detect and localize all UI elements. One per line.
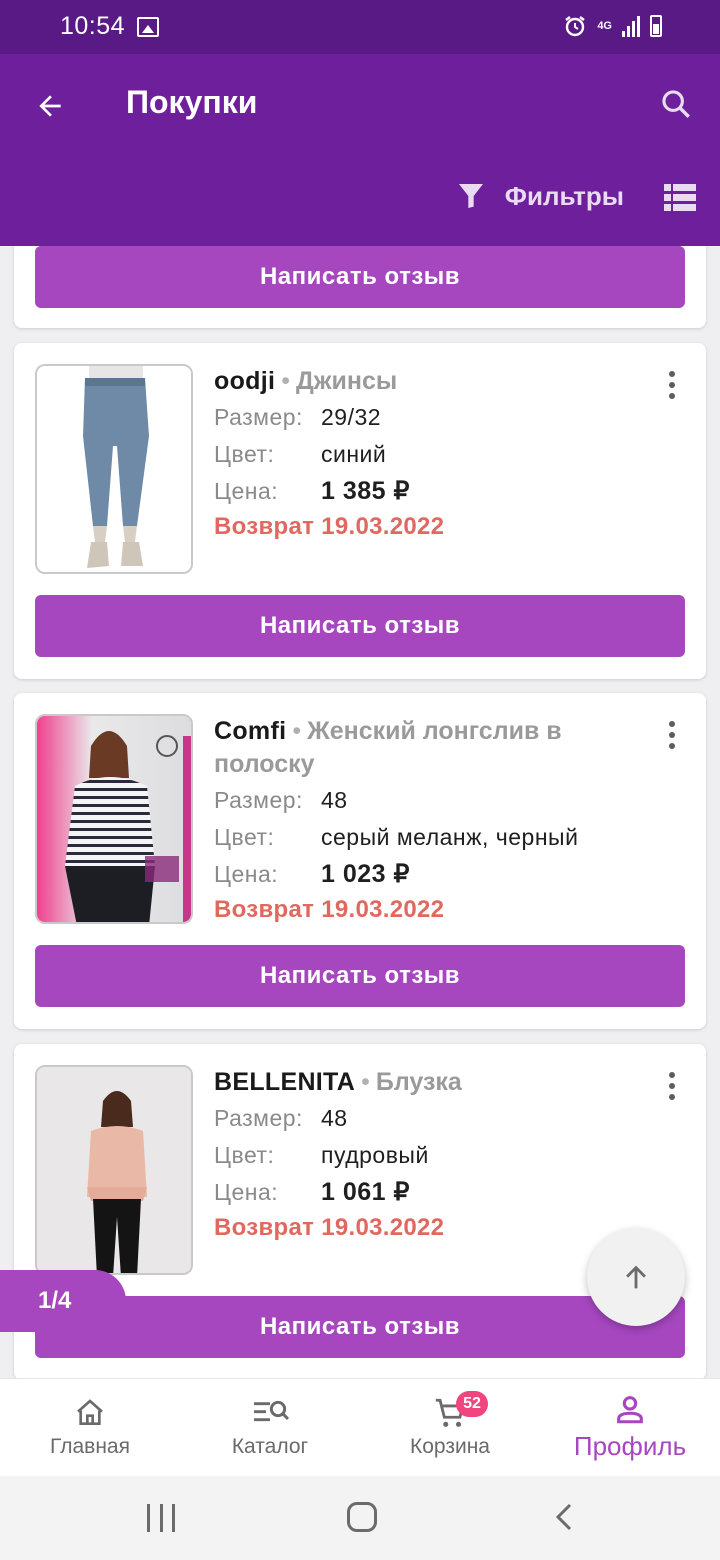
back-button[interactable] [28,84,72,128]
product-image[interactable] [35,714,193,924]
order-card: oodji • Джинсы Размер: 29/32 Цвет: синий Цен… [14,343,706,679]
nav-item-cart[interactable]: 52 Корзина [360,1379,540,1476]
product-image[interactable] [35,364,193,574]
gallery-notification-icon [137,17,159,37]
price-label: Цена: [214,1179,279,1205]
page-title: Покупки [126,84,258,120]
arrow-up-icon [626,1265,646,1289]
brand-name: Comfi [214,717,287,745]
write-review-button[interactable]: Написать отзыв [35,1296,685,1358]
write-review-button[interactable]: Написать отзыв [35,595,685,657]
color-label: Цвет: [214,824,275,850]
bottom-navigation: Главная Каталог 52 Корзина Профиль [0,1378,720,1476]
page-indicator: 1/4 [0,1270,126,1332]
separator-dot: • [361,1068,370,1096]
status-indicators: 4G [563,14,662,38]
cart-count-badge: 52 [456,1391,488,1417]
return-status: Возврат 19.03.2022 [214,896,445,923]
nav-label: Корзина [410,1435,490,1458]
size-value: 48 [321,1105,348,1131]
order-card: Написать отзыв [14,246,706,328]
system-back-icon[interactable] [552,1502,576,1532]
brand-name: oodji [214,367,276,395]
order-card: Comfi • Женский лонгслив в полоску Размер:… [14,693,706,1029]
brand-name: BELLENITA [214,1068,356,1096]
product-type: Блузка [375,1068,462,1096]
nav-item-catalog[interactable]: Каталог [180,1379,360,1476]
separator-dot: • [292,717,302,745]
nav-label: Главная [50,1435,130,1458]
nav-item-profile[interactable]: Профиль [540,1379,720,1476]
color-value: серый меланж, черный [321,824,579,850]
order-card: BELLENITA • Блузка Размер: 48 Цвет: пудровый… [14,1044,706,1378]
filter-icon [458,184,483,208]
purchases-list[interactable]: Написать отзыв oodji • Джинсы Размер: 29/32… [0,246,720,1378]
arrow-left-icon [39,95,61,117]
profile-icon [610,1391,650,1427]
color-label: Цвет: [214,1142,275,1168]
filters-label: Фильтры [504,180,624,211]
return-status: Возврат 19.03.2022 [214,1214,445,1241]
size-label: Размер: [214,787,303,813]
home-button-icon[interactable] [347,1502,377,1532]
nav-item-home[interactable]: Главная [0,1379,180,1476]
search-button[interactable] [654,82,698,126]
size-label: Размер: [214,1105,303,1131]
recent-apps-icon[interactable] [147,1504,175,1532]
more-options-button[interactable] [662,367,682,403]
network-type: 4G [597,19,612,32]
price-value: 1 023 ₽ [321,860,410,888]
color-label: Цвет: [214,441,275,467]
more-options-button[interactable] [662,1068,682,1104]
scroll-to-top-button[interactable] [587,1228,685,1326]
separator-dot: • [281,367,290,395]
product-image[interactable] [35,1065,193,1275]
return-status: Возврат 19.03.2022 [214,513,445,540]
more-options-button[interactable] [662,717,682,753]
price-label: Цена: [214,478,279,504]
home-icon [70,1395,110,1431]
price-value: 1 385 ₽ [321,477,410,505]
search-icon [662,90,690,118]
color-value: синий [321,441,387,467]
color-value: пудровый [321,1142,429,1168]
price-label: Цена: [214,861,279,887]
write-review-button[interactable]: Написать отзыв [35,246,685,308]
alarm-icon [565,16,586,37]
app-bar: Покупки Фильтры [0,54,720,246]
nav-label: Профиль [573,1431,687,1461]
battery-icon [650,15,662,37]
signal-icon [622,15,640,37]
order-info: Comfi • Женский лонгслив в полоску Размер:… [214,715,624,924]
size-label: Размер: [214,404,303,430]
list-view-icon[interactable] [664,184,696,212]
nav-label: Каталог [231,1435,309,1458]
catalog-search-icon [250,1395,290,1431]
system-navigation-bar [0,1476,720,1560]
status-time: 10:54 [60,12,126,40]
size-value: 29/32 [321,404,382,430]
size-value: 48 [321,787,348,813]
price-value: 1 061 ₽ [321,1178,410,1206]
product-type: Джинсы [295,367,398,395]
write-review-button[interactable]: Написать отзыв [35,945,685,1007]
status-bar: 10:54 4G [0,0,720,54]
order-info: oodji • Джинсы Размер: 29/32 Цвет: синий Цен… [214,365,624,541]
order-info: BELLENITA • Блузка Размер: 48 Цвет: пудровый… [214,1066,624,1242]
filters-button[interactable]: Фильтры [455,180,624,212]
